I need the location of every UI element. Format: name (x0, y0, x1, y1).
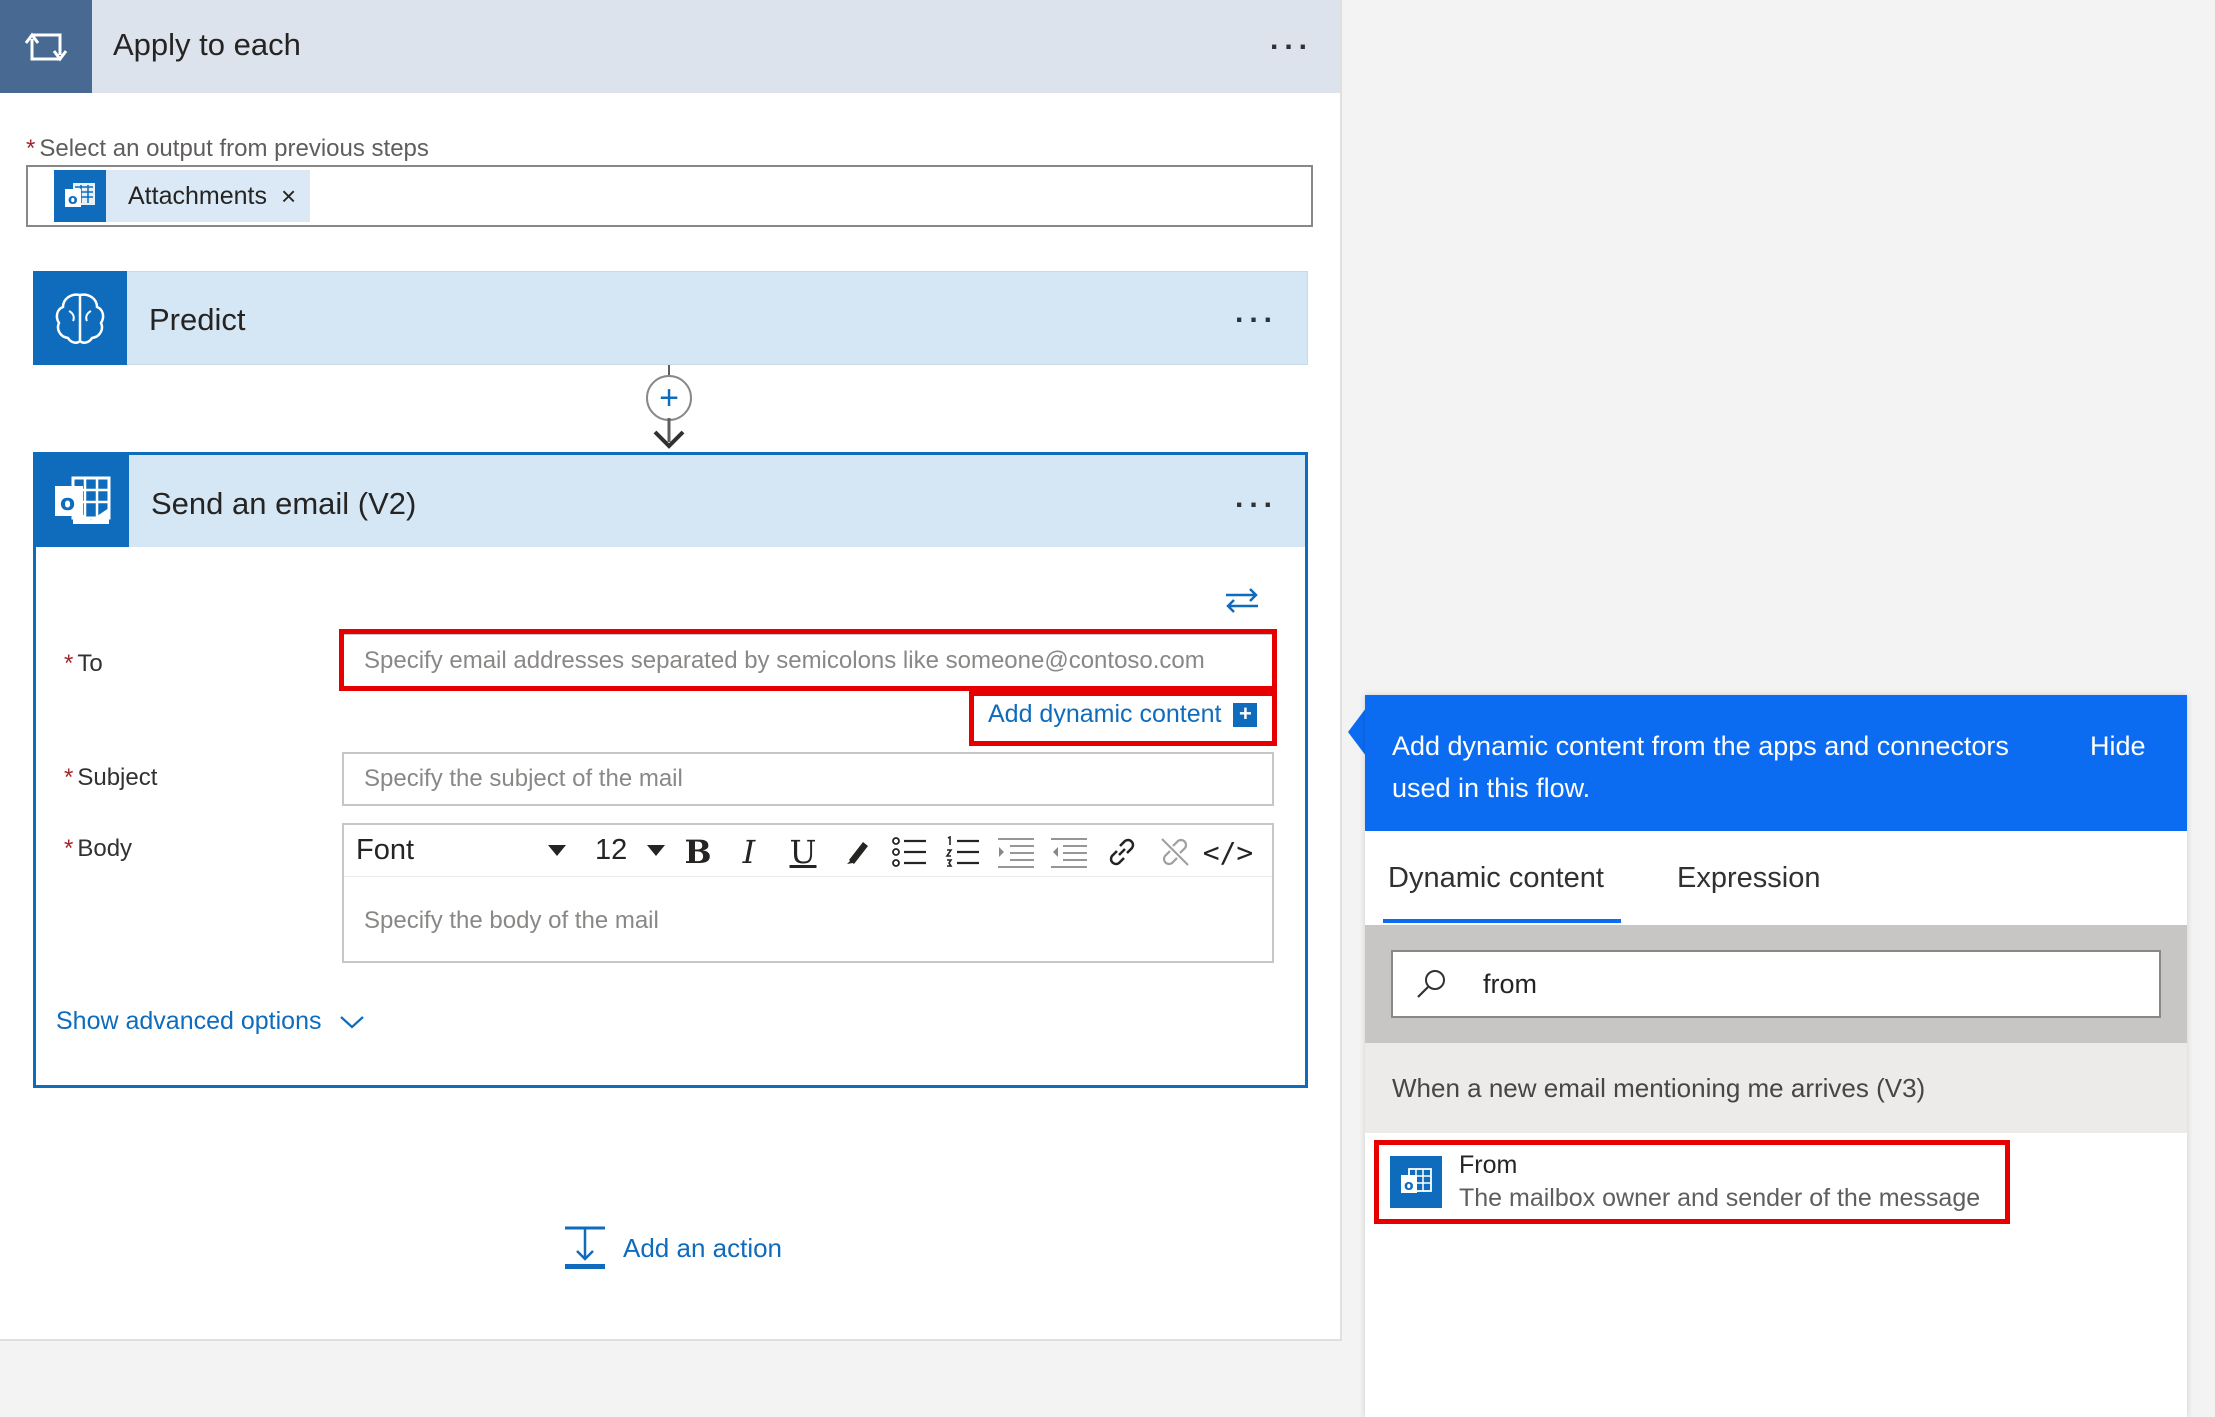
font-select-value: Font (356, 834, 415, 866)
apply-more-button[interactable]: ... (1270, 25, 1313, 55)
body-placeholder: Specify the body of the mail (364, 907, 659, 934)
highlight-pen-button[interactable] (835, 832, 879, 872)
hide-panel-button[interactable]: Hide (2090, 731, 2146, 762)
outdent-icon (1051, 838, 1087, 868)
to-label-text: To (77, 650, 103, 677)
svg-text:o: o (68, 192, 78, 208)
down-arrow-icon (653, 418, 685, 449)
to-label: * To (64, 650, 103, 678)
unlink-icon (1161, 838, 1189, 866)
body-label-text: Body (77, 835, 133, 862)
subject-placeholder: Specify the subject of the mail (364, 765, 683, 792)
token-label: Attachments (128, 181, 267, 210)
ai-brain-icon (33, 271, 127, 365)
chevron-down-icon (340, 1015, 365, 1028)
insert-link-button[interactable] (1100, 832, 1144, 872)
select-output-text: Select an output from previous steps (39, 135, 429, 162)
active-tab-indicator (1383, 919, 1621, 923)
font-select[interactable]: Font (356, 834, 566, 867)
remove-link-button[interactable] (1153, 832, 1197, 872)
swap-icon[interactable] (1222, 584, 1262, 616)
highlight-box (969, 691, 1277, 746)
required-mark: * (64, 764, 74, 791)
close-icon[interactable]: × (281, 181, 296, 212)
dynamic-panel-description: Add dynamic content from the apps and co… (1392, 731, 2009, 803)
search-value: from (1483, 968, 1537, 999)
search-input[interactable]: from (1391, 950, 2161, 1018)
add-action-icon (565, 1226, 605, 1269)
font-size-value: 12 (595, 834, 628, 866)
show-advanced-label: Show advanced options (56, 1007, 322, 1035)
bullet-list-button[interactable] (888, 832, 932, 872)
bullet-list-icon (892, 837, 926, 867)
underline-button[interactable]: U (781, 832, 825, 872)
caret-down-icon (548, 845, 566, 856)
code-view-button[interactable]: </> (1203, 832, 1254, 872)
loop-icon (0, 0, 92, 93)
caret-down-icon (647, 845, 665, 856)
highlight-box (1374, 1140, 2010, 1224)
show-advanced-options-link[interactable]: Show advanced options (56, 1007, 365, 1036)
subject-label-text: Subject (77, 764, 158, 791)
font-size-select[interactable]: 12 (595, 834, 665, 867)
attachments-token[interactable]: o Attachments × (54, 170, 310, 222)
bold-button[interactable]: B (676, 832, 720, 872)
send-email-more-button[interactable]: ... (1235, 483, 1278, 513)
required-mark: * (26, 135, 36, 162)
predict-more-button[interactable]: ... (1235, 298, 1278, 328)
increase-indent-button[interactable] (1047, 832, 1091, 872)
subject-label: * Subject (64, 764, 157, 792)
required-mark: * (64, 835, 74, 862)
tab-expression[interactable]: Expression (1677, 862, 1820, 895)
numbered-list-icon (945, 836, 979, 867)
insert-step-button[interactable]: + (646, 375, 692, 421)
add-action-label: Add an action (623, 1232, 783, 1263)
tab-dynamic-content[interactable]: Dynamic content (1388, 862, 1604, 895)
pen-icon (847, 842, 868, 864)
add-action-button[interactable]: Add an action (563, 1225, 782, 1271)
outlook-icon: o (54, 170, 106, 222)
apply-to-each-title: Apply to each (113, 27, 301, 62)
send-email-title: Send an email (V2) (151, 486, 417, 521)
link-icon (1109, 838, 1135, 866)
body-label: * Body (64, 835, 132, 863)
select-output-label: * Select an output from previous steps (26, 135, 429, 163)
outlook-icon: o (36, 455, 129, 547)
numbered-list-button[interactable] (941, 832, 985, 872)
predict-title: Predict (149, 302, 246, 337)
subject-field[interactable]: Specify the subject of the mail (342, 752, 1274, 806)
indent-icon (998, 838, 1034, 868)
search-icon (1417, 970, 1445, 998)
svg-text:o: o (60, 491, 75, 516)
trigger-group-header: When a new email mentioning me arrives (… (1365, 1043, 2187, 1133)
italic-button[interactable]: I (727, 832, 771, 872)
decrease-indent-button[interactable] (994, 832, 1038, 872)
panel-pointer (1348, 708, 1366, 756)
required-mark: * (64, 650, 74, 677)
highlight-box (339, 629, 1277, 691)
